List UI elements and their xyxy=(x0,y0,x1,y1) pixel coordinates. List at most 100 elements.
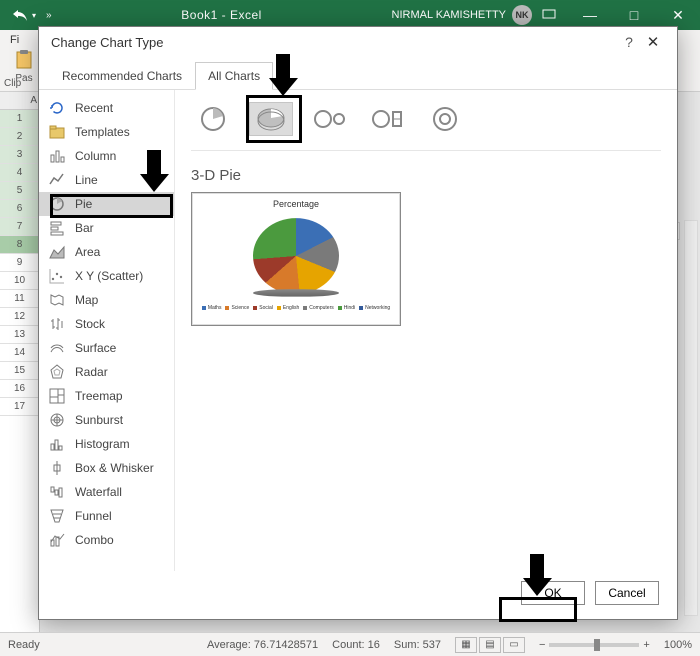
treemap-icon xyxy=(49,388,65,404)
sidebar-item-surface[interactable]: Surface xyxy=(39,336,174,360)
sidebar-item-label: Recent xyxy=(75,101,113,115)
sidebar-item-histogram[interactable]: Histogram xyxy=(39,432,174,456)
sidebar-item-label: Pie xyxy=(75,197,92,211)
sidebar-item-templates[interactable]: Templates xyxy=(39,120,174,144)
row-header[interactable]: 7 xyxy=(0,218,39,236)
row-header[interactable]: 16 xyxy=(0,380,39,398)
row-header[interactable]: 2 xyxy=(0,128,39,146)
xy-icon xyxy=(49,268,65,284)
dialog-close-button[interactable]: ✕ xyxy=(641,33,665,51)
pie-icon xyxy=(253,213,339,299)
sidebar-item-sunburst[interactable]: Sunburst xyxy=(39,408,174,432)
row-header[interactable]: 15 xyxy=(0,362,39,380)
row-header[interactable]: 14 xyxy=(0,344,39,362)
templates-icon xyxy=(49,124,65,140)
row-header[interactable]: 5 xyxy=(0,182,39,200)
subtype-pie-of-pie[interactable] xyxy=(307,102,351,136)
sidebar-item-line[interactable]: Line xyxy=(39,168,174,192)
row-header[interactable]: 10 xyxy=(0,272,39,290)
app-title: Book1 - Excel xyxy=(181,8,262,22)
view-normal-icon[interactable]: ▦ xyxy=(455,637,477,653)
view-pagelayout-icon[interactable]: ▤ xyxy=(479,637,501,653)
sidebar-item-radar[interactable]: Radar xyxy=(39,360,174,384)
row-header[interactable]: 9 xyxy=(0,254,39,272)
ribbon-display-icon[interactable] xyxy=(542,7,556,24)
sidebar-item-label: Waterfall xyxy=(75,485,122,499)
subtype-3d-pie[interactable] xyxy=(249,102,293,136)
pie-icon xyxy=(49,196,65,212)
sidebar-item-label: Surface xyxy=(75,341,116,355)
zoom-in-icon[interactable]: + xyxy=(643,639,649,651)
view-pagebreak-icon[interactable]: ▭ xyxy=(503,637,525,653)
user-account[interactable]: NIRMAL KAMISHETTY NK xyxy=(392,5,533,25)
subtype-heading: 3-D Pie xyxy=(191,167,661,184)
row-header[interactable]: 1 xyxy=(0,110,39,128)
sidebar-item-label: Line xyxy=(75,173,98,187)
legend-item: Networking xyxy=(359,305,390,311)
sidebar-item-pie[interactable]: Pie xyxy=(39,192,174,216)
preview-caption: Percentage xyxy=(273,199,319,209)
row-header[interactable]: 13 xyxy=(0,326,39,344)
vertical-scrollbar[interactable] xyxy=(684,220,698,616)
sidebar-item-area[interactable]: Area xyxy=(39,240,174,264)
row-header[interactable]: 3 xyxy=(0,146,39,164)
sidebar-item-xy[interactable]: X Y (Scatter) xyxy=(39,264,174,288)
cancel-button[interactable]: Cancel xyxy=(595,581,659,605)
tab-recommended-charts[interactable]: Recommended Charts xyxy=(49,62,195,90)
subtype-pie[interactable] xyxy=(191,102,235,136)
legend-item: Science xyxy=(225,305,249,311)
map-icon xyxy=(49,292,65,308)
sidebar-item-label: Radar xyxy=(75,365,108,379)
status-ready: Ready xyxy=(8,639,40,651)
legend-item: Hindi xyxy=(338,305,355,311)
combo-icon xyxy=(49,532,65,548)
chart-legend: MathsScienceSocialEnglishComputersHindiN… xyxy=(202,305,390,311)
sunburst-icon xyxy=(49,412,65,428)
undo-button[interactable]: ▾» xyxy=(12,8,52,22)
line-icon xyxy=(49,172,65,188)
row-header[interactable]: 8 xyxy=(0,236,39,254)
row-header[interactable]: 17 xyxy=(0,398,39,416)
sidebar-item-label: Templates xyxy=(75,125,130,139)
sidebar-item-stock[interactable]: Stock xyxy=(39,312,174,336)
sidebar-item-recent[interactable]: Recent xyxy=(39,96,174,120)
user-avatar: NK xyxy=(512,5,532,25)
column-header[interactable]: A xyxy=(0,92,39,110)
sidebar-item-label: Funnel xyxy=(75,509,112,523)
zoom-level[interactable]: 100% xyxy=(664,639,692,651)
sidebar-item-bar[interactable]: Bar xyxy=(39,216,174,240)
sidebar-item-label: Combo xyxy=(75,533,114,547)
column-icon xyxy=(49,148,65,164)
chart-preview[interactable]: Percentage MathsScienceSocialEnglishComp… xyxy=(191,192,401,326)
legend-item: English xyxy=(277,305,299,311)
status-bar: Ready Average: 76.71428571 Count: 16 Sum… xyxy=(0,632,700,656)
radar-icon xyxy=(49,364,65,380)
sidebar-item-map[interactable]: Map xyxy=(39,288,174,312)
sidebar-item-treemap[interactable]: Treemap xyxy=(39,384,174,408)
histogram-icon xyxy=(49,436,65,452)
sidebar-item-label: Box & Whisker xyxy=(75,461,154,475)
sidebar-item-column[interactable]: Column xyxy=(39,144,174,168)
legend-item: Social xyxy=(253,305,273,311)
tab-all-charts[interactable]: All Charts xyxy=(195,62,273,90)
sidebar-item-combo[interactable]: Combo xyxy=(39,528,174,552)
sidebar-item-boxwhisker[interactable]: Box & Whisker xyxy=(39,456,174,480)
zoom-slider[interactable]: − + xyxy=(539,639,650,651)
stock-icon xyxy=(49,316,65,332)
file-tab[interactable]: Fi xyxy=(0,30,29,50)
subtype-doughnut[interactable] xyxy=(423,102,467,136)
sidebar-item-waterfall[interactable]: Waterfall xyxy=(39,480,174,504)
sidebar-item-label: Area xyxy=(75,245,100,259)
sidebar-item-label: Sunburst xyxy=(75,413,123,427)
row-header[interactable]: 11 xyxy=(0,290,39,308)
row-header[interactable]: 4 xyxy=(0,164,39,182)
subtype-bar-of-pie[interactable] xyxy=(365,102,409,136)
user-name: NIRMAL KAMISHETTY xyxy=(392,9,507,21)
zoom-out-icon[interactable]: − xyxy=(539,639,545,651)
sidebar-item-funnel[interactable]: Funnel xyxy=(39,504,174,528)
row-header[interactable]: 12 xyxy=(0,308,39,326)
row-header[interactable]: 6 xyxy=(0,200,39,218)
dialog-title: Change Chart Type xyxy=(51,35,164,50)
dialog-help-button[interactable]: ? xyxy=(617,34,641,50)
ok-button[interactable]: OK xyxy=(521,581,585,605)
